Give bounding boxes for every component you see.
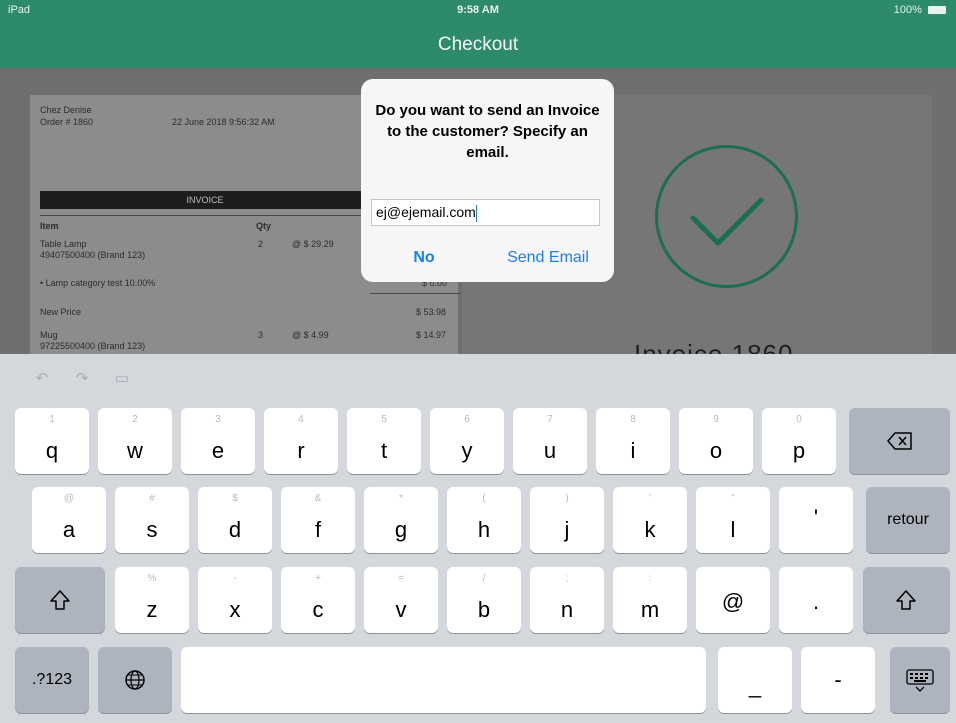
key-r[interactable]: 4r xyxy=(264,408,338,474)
globe-icon xyxy=(125,670,145,690)
status-time: 9:58 AM xyxy=(457,4,499,16)
keyboard-toolbar: ↶ ↷ ▭ xyxy=(0,354,956,406)
key-t[interactable]: 5t xyxy=(347,408,421,474)
numbers-key[interactable]: .?123 xyxy=(15,647,89,713)
key-m[interactable]: :m xyxy=(613,567,687,633)
backspace-icon xyxy=(887,432,912,450)
item-name: Table Lamp xyxy=(40,239,87,249)
key-y[interactable]: 6y xyxy=(430,408,504,474)
key-a[interactable]: @ a xyxy=(32,487,106,553)
hide-keyboard-key[interactable] xyxy=(890,647,950,713)
page-title: Checkout xyxy=(437,34,519,55)
key-k[interactable]: ' k xyxy=(613,487,687,553)
key-g[interactable]: * g xyxy=(364,487,438,553)
item-qty: 2 xyxy=(258,239,264,249)
success-check-icon xyxy=(655,145,798,288)
key-dash[interactable]: - xyxy=(801,647,875,713)
key-period[interactable]: . xyxy=(779,567,853,633)
key-v[interactable]: = v xyxy=(364,567,438,633)
key-x[interactable]: -x xyxy=(198,567,272,633)
item-sku: 49407500400 (Brand 123) xyxy=(40,250,146,260)
key-e[interactable]: 3e xyxy=(181,408,255,474)
space-key[interactable] xyxy=(181,647,706,713)
shift-left-key[interactable] xyxy=(15,567,105,633)
undo-icon[interactable]: ↶ xyxy=(32,371,52,387)
key-apostrophe[interactable]: ' xyxy=(779,487,853,553)
top-bar: iPad 9:58 AM 100% Checkout xyxy=(0,0,956,68)
email-field[interactable]: ej@ejemail.com xyxy=(371,199,600,226)
key-h[interactable]: (h xyxy=(447,487,521,553)
send-invoice-dialog: Do you want to send an Invoice to the cu… xyxy=(361,79,614,282)
key-p[interactable]: 0p xyxy=(762,408,836,474)
dialog-title: Do you want to send an Invoice to the cu… xyxy=(375,102,600,161)
column-qty: Qty xyxy=(256,221,272,231)
battery-percent: 100% xyxy=(893,4,922,16)
item-total: $ 14.97 xyxy=(416,330,447,340)
keyboard: ↶ ↷ ▭ 1q 2w 3e 4r 5t 6y 7u 8i 9o 0p @ a #… xyxy=(0,354,956,723)
status-bar: iPad 9:58 AM 100% xyxy=(0,0,956,22)
return-key[interactable]: retour xyxy=(866,487,950,553)
key-underscore[interactable]: _ xyxy=(718,647,792,713)
key-n[interactable]: ; n xyxy=(530,567,604,633)
key-at[interactable]: @ xyxy=(696,567,770,633)
key-b[interactable]: / b xyxy=(447,567,521,633)
invoice-banner: INVOICE xyxy=(40,191,370,209)
key-q[interactable]: 1q xyxy=(15,408,89,474)
keyboard-dismiss-icon xyxy=(906,669,934,692)
column-item: Item xyxy=(40,221,59,231)
key-d[interactable]: $ d xyxy=(198,487,272,553)
shift-icon xyxy=(50,590,70,610)
item-sku: 97225500400 (Brand 123) xyxy=(40,341,146,351)
redo-icon[interactable]: ↷ xyxy=(72,371,92,387)
order-date: 22 June 2018 9:56:32 AM xyxy=(172,117,275,127)
delete-key[interactable] xyxy=(849,408,950,474)
globe-key[interactable] xyxy=(98,647,172,713)
battery-status: 100% xyxy=(894,4,946,16)
key-f[interactable]: & f xyxy=(281,487,355,553)
subtotal-divider xyxy=(370,293,460,294)
item-unit-price: @ $ 4.99 xyxy=(292,330,329,340)
send-email-button[interactable]: Send Email xyxy=(493,249,603,267)
key-u[interactable]: 7u xyxy=(513,408,587,474)
key-s[interactable]: # s xyxy=(115,487,189,553)
key-w[interactable]: 2w xyxy=(98,408,172,474)
shift-right-key[interactable] xyxy=(863,567,950,633)
shift-icon xyxy=(896,590,916,610)
no-button[interactable]: No xyxy=(399,249,449,267)
discount-line: • Lamp category test 10.00% xyxy=(40,278,156,288)
key-c[interactable]: + c xyxy=(281,567,355,633)
key-z[interactable]: % z xyxy=(115,567,189,633)
key-j[interactable]: ) j xyxy=(530,487,604,553)
item-unit-price: @ $ 29.29 xyxy=(292,239,334,249)
store-name: Chez Denise xyxy=(40,105,92,115)
new-price-value: $ 53.98 xyxy=(416,307,447,317)
order-number: Order # 1860 xyxy=(40,117,94,127)
invoice-number: Invoice 1860 xyxy=(634,339,794,354)
paste-icon[interactable]: ▭ xyxy=(112,371,132,387)
key-o[interactable]: 9o xyxy=(679,408,753,474)
key-l[interactable]: " l xyxy=(696,487,770,553)
new-price-label: New Price xyxy=(40,307,82,317)
key-i[interactable]: 8i xyxy=(596,408,670,474)
battery-icon xyxy=(928,6,946,15)
item-qty: 3 xyxy=(258,330,264,340)
text-cursor xyxy=(475,204,477,222)
email-value: ej@ejemail.com xyxy=(376,204,476,220)
item-name: Mug xyxy=(40,330,58,340)
